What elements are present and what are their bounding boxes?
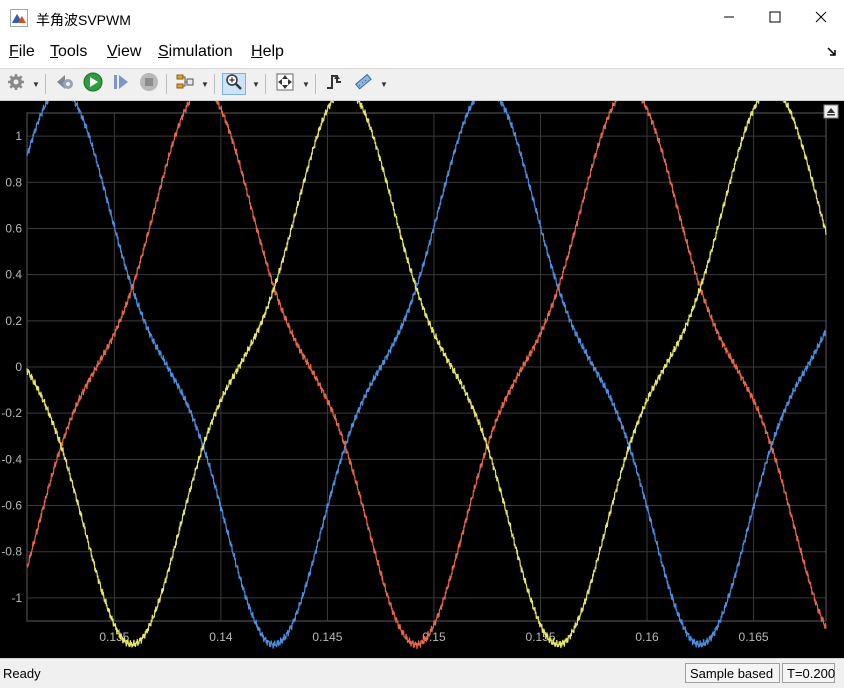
- menu-help-label: elp: [262, 43, 284, 60]
- x-tick-label: 0.15: [422, 630, 446, 644]
- stop-button[interactable]: [137, 72, 161, 97]
- y-tick-label: -1: [11, 591, 22, 605]
- undock-plot-button[interactable]: [823, 104, 839, 119]
- y-tick-label: 0.8: [5, 175, 22, 189]
- menu-file-accel: F: [9, 43, 19, 60]
- y-tick-label: 0.4: [5, 268, 22, 282]
- status-simulation-time: T=0.200: [782, 663, 835, 683]
- zoom-dropdown[interactable]: ▼: [252, 73, 260, 95]
- toolbar-separator: [166, 74, 167, 94]
- signal-trace: [26, 85, 827, 650]
- measurements-icon: [353, 72, 373, 97]
- menu-help[interactable]: Help: [251, 43, 284, 61]
- minimize-button[interactable]: [706, 0, 752, 38]
- toolbar-separator: [214, 74, 215, 94]
- y-tick-label: -0.6: [1, 499, 22, 513]
- menu-simulation[interactable]: Simulation: [158, 43, 233, 61]
- triggers-icon: [324, 72, 344, 97]
- x-tick-label: 0.16: [635, 630, 659, 644]
- measurements-dropdown[interactable]: ▼: [380, 73, 388, 95]
- toolbar-separator: [45, 74, 46, 94]
- y-tick-label: 0: [15, 360, 22, 374]
- x-tick-labels: 0.135 0.14 0.145 0.15 0.155 0.16 0.165: [99, 630, 769, 644]
- y-tick-labels: 1 0.8 0.6 0.4 0.2 0 -0.2 -0.4 -0.6 -0.8 -1: [1, 129, 22, 605]
- signal-traces: [26, 84, 827, 650]
- step-forward-icon: [111, 73, 131, 96]
- signal-selector-dropdown[interactable]: ▼: [201, 73, 209, 95]
- status-bar: Ready Sample based T=0.200: [0, 658, 844, 688]
- menu-simulation-label: imulation: [168, 43, 233, 60]
- step-back-icon: [55, 73, 75, 96]
- menu-tools[interactable]: Tools: [50, 43, 87, 61]
- x-tick-label: 0.145: [312, 630, 342, 644]
- minimize-icon: [723, 10, 735, 28]
- y-tick-label: -0.2: [1, 406, 22, 420]
- menu-view[interactable]: View: [107, 43, 141, 61]
- y-tick-label: 0.6: [5, 221, 22, 235]
- x-tick-label: 0.165: [739, 630, 769, 644]
- configuration-dropdown[interactable]: ▼: [32, 73, 40, 95]
- maximize-button[interactable]: [752, 0, 798, 38]
- y-tick-label: -0.8: [1, 545, 22, 559]
- menu-bar: File Tools View Simulation Help: [0, 38, 844, 69]
- menu-view-label: iew: [117, 43, 142, 60]
- run-button[interactable]: [81, 72, 105, 97]
- matlab-scope-icon: [10, 9, 28, 27]
- signal-trace: [26, 85, 827, 649]
- toolbar-separator: [315, 74, 316, 94]
- toolbar-separator: [265, 74, 266, 94]
- status-ready: Ready: [3, 666, 41, 681]
- signal-selector-button[interactable]: [173, 73, 197, 95]
- autoscale-dropdown[interactable]: ▼: [302, 73, 310, 95]
- autoscale-icon: [275, 72, 295, 97]
- signal-selector-icon: [175, 72, 195, 97]
- close-icon: [815, 10, 827, 28]
- stop-icon: [139, 72, 159, 97]
- signal-trace: [26, 84, 827, 649]
- scope-display[interactable]: 1 0.8 0.6 0.4 0.2 0 -0.2 -0.4 -0.6 -0.8 -1 0.135 0.…: [0, 84, 844, 658]
- title-bar: 羊角波SVPWM: [0, 0, 844, 38]
- menu-view-accel: V: [107, 43, 118, 60]
- run-icon: [83, 72, 103, 97]
- y-tick-label: 1: [15, 129, 22, 143]
- menu-simulation-accel: S: [158, 43, 169, 60]
- step-forward-button[interactable]: [109, 73, 133, 95]
- zoom-in-button[interactable]: [222, 73, 246, 95]
- measurements-button[interactable]: [351, 73, 375, 95]
- x-tick-label: 0.14: [209, 630, 233, 644]
- y-tick-label: -0.4: [1, 452, 22, 466]
- toolbar: ▼ ▼ ▼ ▼ ▼: [0, 69, 844, 101]
- scope-plot[interactable]: 10.80.60.40.20-0.2-0.4-0.6-0.8-1 0.135 0.…: [0, 84, 844, 658]
- plot-grid: [27, 113, 826, 621]
- menu-file[interactable]: File: [9, 43, 35, 61]
- menu-tools-label: ools: [58, 43, 88, 60]
- zoom-in-icon: [225, 73, 243, 96]
- autoscale-button[interactable]: [273, 73, 297, 95]
- close-button[interactable]: [798, 0, 844, 38]
- configuration-gear-icon: [7, 73, 25, 96]
- configuration-gear-button[interactable]: [4, 73, 28, 95]
- step-back-button[interactable]: [53, 73, 77, 95]
- status-sampling-mode: Sample based: [685, 663, 780, 683]
- menu-tools-accel: T: [50, 43, 58, 60]
- menu-file-label: ile: [18, 43, 35, 60]
- triggers-button[interactable]: [322, 73, 346, 95]
- window-title: 羊角波SVPWM: [36, 12, 131, 28]
- maximize-icon: [769, 10, 781, 28]
- menu-help-accel: H: [251, 43, 263, 60]
- y-tick-label: 0.2: [5, 314, 22, 328]
- dock-arrow-icon[interactable]: [826, 45, 838, 63]
